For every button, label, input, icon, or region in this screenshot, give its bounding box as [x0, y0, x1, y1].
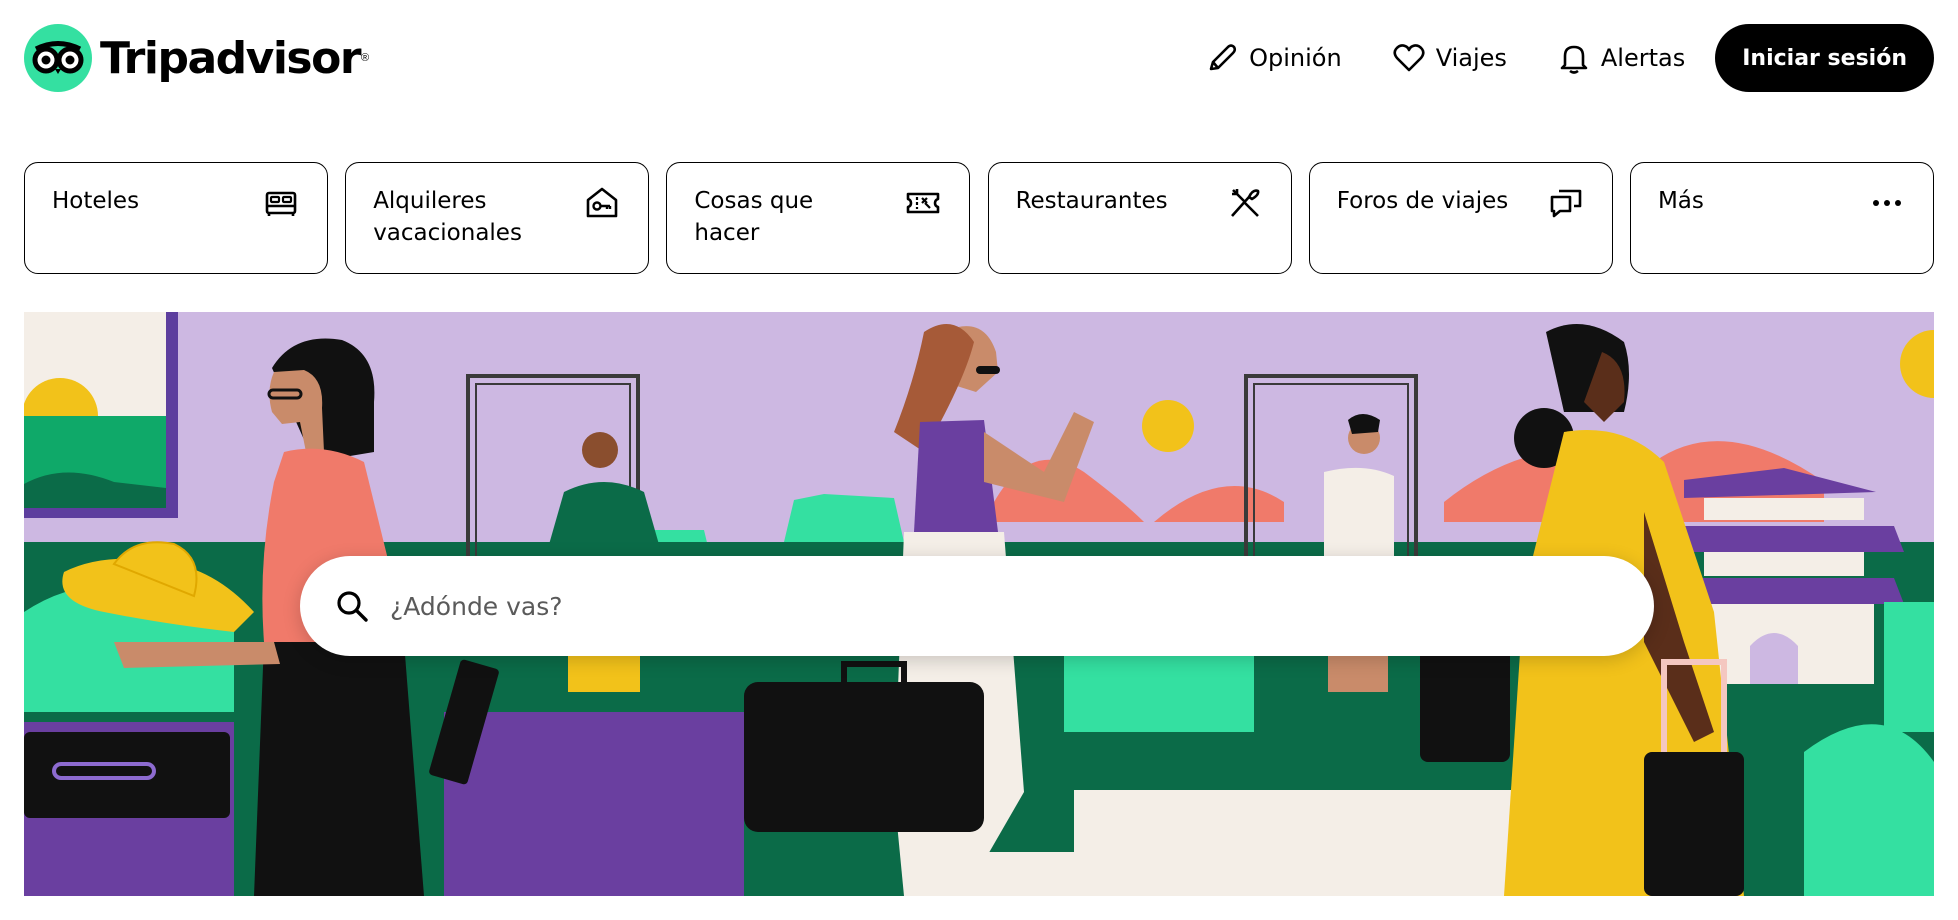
signin-button[interactable]: Iniciar sesión: [1715, 24, 1934, 92]
trips-label: Viajes: [1435, 44, 1507, 72]
category-tabs: Hoteles Alquileres vacacionales Cosas qu…: [24, 162, 1934, 274]
category-label: Foros de viajes: [1336, 188, 1509, 214]
bed-icon: [265, 191, 297, 216]
pencil-icon: [1209, 44, 1237, 71]
brand-name: Tripadvisor: [100, 32, 362, 84]
bell-icon: [1560, 45, 1588, 74]
search-icon: [337, 591, 368, 622]
house-key-icon: [586, 187, 618, 218]
utensils-icon: [1230, 189, 1259, 217]
category-label: Restaurantes: [1015, 188, 1168, 214]
category-hotels[interactable]: Hoteles: [24, 162, 328, 274]
owl-logo-icon: [24, 24, 92, 92]
trips-link[interactable]: Viajes: [1392, 41, 1507, 75]
search-bar[interactable]: [300, 556, 1654, 656]
category-label: Cosas que hacer: [694, 188, 814, 246]
search-input[interactable]: [390, 591, 1590, 621]
category-label: Hoteles: [52, 188, 140, 214]
review-link[interactable]: Opinión: [1205, 41, 1342, 75]
ticket-icon: [907, 192, 940, 214]
site-header: Tripadvisor ® Opinión Viajes Alertas Ini…: [0, 0, 1958, 120]
alerts-link[interactable]: Alertas: [1557, 41, 1685, 75]
category-label: Alquileres vacacionales: [373, 188, 522, 246]
more-dots-icon: [1872, 200, 1901, 206]
category-more[interactable]: Más: [1629, 162, 1934, 274]
tripadvisor-logo[interactable]: Tripadvisor ®: [24, 24, 369, 92]
registered-mark: ®: [361, 52, 370, 64]
category-vacation-rentals[interactable]: Alquileres vacacionales: [345, 162, 650, 274]
category-label: Más: [1657, 188, 1704, 214]
top-nav: Opinión Viajes Alertas Iniciar sesión: [1155, 24, 1934, 92]
alerts-label: Alertas: [1600, 44, 1686, 72]
category-things-to-do[interactable]: Cosas que hacer: [666, 162, 971, 274]
chat-bubbles-icon: [1550, 189, 1582, 218]
review-label: Opinión: [1249, 44, 1342, 72]
category-restaurants[interactable]: Restaurantes: [987, 162, 1292, 274]
category-travel-forums[interactable]: Foros de viajes: [1308, 162, 1613, 274]
heart-icon: [1393, 44, 1425, 72]
